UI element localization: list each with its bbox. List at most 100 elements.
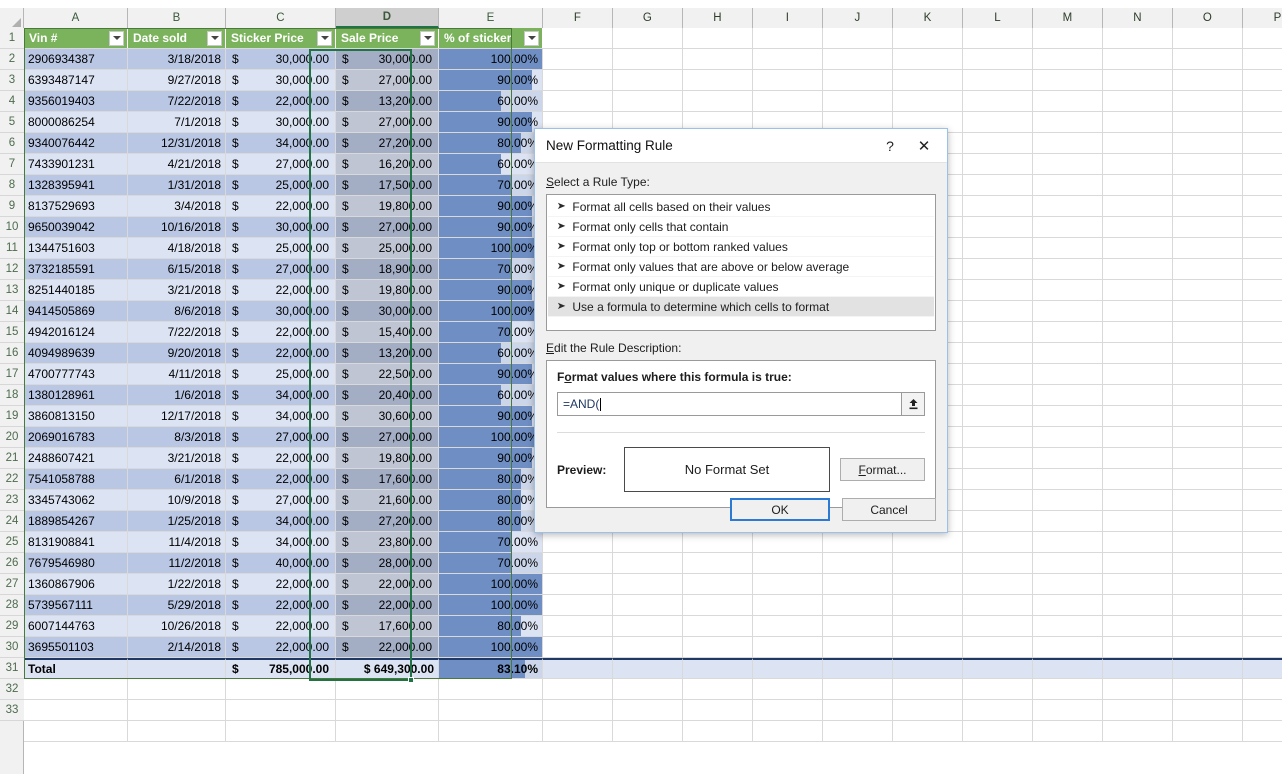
empty-cell-I34[interactable] xyxy=(753,721,823,741)
empty-cell-N34[interactable] xyxy=(1103,721,1173,741)
cell-sticker-price[interactable]: $22,000.00 xyxy=(226,196,336,216)
cell-date[interactable]: 11/4/2018 xyxy=(128,532,226,552)
column-header-P[interactable]: P xyxy=(1243,8,1282,28)
cell-sticker-price[interactable]: $30,000.00 xyxy=(226,217,336,237)
row8-cell-L[interactable] xyxy=(963,175,1033,195)
row27-cell-H[interactable] xyxy=(683,574,753,594)
row24-cell-N[interactable] xyxy=(1103,511,1173,531)
row1-cell-K[interactable] xyxy=(893,28,963,48)
cell-sticker-price[interactable]: $22,000.00 xyxy=(226,637,336,657)
cell-date[interactable]: 1/22/2018 xyxy=(128,574,226,594)
row25-cell-P[interactable] xyxy=(1243,532,1282,552)
row7-cell-P[interactable] xyxy=(1243,154,1282,174)
row2-cell-L[interactable] xyxy=(963,49,1033,69)
row-header-28[interactable]: 28 xyxy=(0,595,24,616)
cell-total-blank[interactable] xyxy=(128,658,226,678)
cell-sticker-price[interactable]: $40,000.00 xyxy=(226,553,336,573)
cell-sticker-price[interactable]: $22,000.00 xyxy=(226,91,336,111)
row16-cell-P[interactable] xyxy=(1243,343,1282,363)
rule-type-item-0[interactable]: ➤ Format all cells based on their values xyxy=(548,197,934,217)
row30-cell-K[interactable] xyxy=(893,637,963,657)
empty-cell-I32[interactable] xyxy=(753,679,823,699)
row29-cell-I[interactable] xyxy=(753,616,823,636)
row26-cell-O[interactable] xyxy=(1173,553,1243,573)
row2-cell-K[interactable] xyxy=(893,49,963,69)
row5-cell-M[interactable] xyxy=(1033,112,1103,132)
empty-cell-P34[interactable] xyxy=(1243,721,1282,741)
row1-cell-G[interactable] xyxy=(613,28,683,48)
cell-date[interactable]: 7/1/2018 xyxy=(128,112,226,132)
cell-vin[interactable]: 7679546980 xyxy=(24,553,128,573)
filter-dropdown-C[interactable] xyxy=(317,30,332,46)
cell-total-sticker[interactable]: $785,000.00 xyxy=(226,658,336,678)
row18-cell-N[interactable] xyxy=(1103,385,1173,405)
row-header-20[interactable]: 20 xyxy=(0,427,24,448)
row27-cell-K[interactable] xyxy=(893,574,963,594)
row2-cell-N[interactable] xyxy=(1103,49,1173,69)
empty-cell-G33[interactable] xyxy=(613,700,683,720)
row-header-11[interactable]: 11 xyxy=(0,238,24,259)
row26-cell-P[interactable] xyxy=(1243,553,1282,573)
row25-cell-H[interactable] xyxy=(683,532,753,552)
cell-total-label[interactable]: Total xyxy=(24,658,128,678)
row30-cell-J[interactable] xyxy=(823,637,893,657)
cell-sale-price[interactable]: $18,900.00 xyxy=(336,259,439,279)
row27-cell-I[interactable] xyxy=(753,574,823,594)
row10-cell-P[interactable] xyxy=(1243,217,1282,237)
cell-sticker-price[interactable]: $22,000.00 xyxy=(226,616,336,636)
row21-cell-L[interactable] xyxy=(963,448,1033,468)
cell-percent-of-sticker[interactable]: 100.00% xyxy=(439,427,543,447)
cell-sale-price[interactable]: $13,200.00 xyxy=(336,91,439,111)
cell-vin[interactable]: 7433901231 xyxy=(24,154,128,174)
cell-sticker-price[interactable]: $27,000.00 xyxy=(226,490,336,510)
row30-cell-F[interactable] xyxy=(543,637,613,657)
close-icon[interactable]: ✕ xyxy=(907,131,941,161)
cell-vin[interactable]: 4942016124 xyxy=(24,322,128,342)
row30-cell-N[interactable] xyxy=(1103,637,1173,657)
row3-cell-K[interactable] xyxy=(893,70,963,90)
cell-percent-of-sticker[interactable]: 70.00% xyxy=(439,322,543,342)
cell-sale-price[interactable]: $16,200.00 xyxy=(336,154,439,174)
row2-cell-J[interactable] xyxy=(823,49,893,69)
cell-sale-price[interactable]: $27,200.00 xyxy=(336,511,439,531)
cell-percent-of-sticker[interactable]: 60.00% xyxy=(439,91,543,111)
column-header-D[interactable]: D xyxy=(336,8,439,28)
cell-sale-price[interactable]: $28,000.00 xyxy=(336,553,439,573)
cell-sticker-price[interactable]: $22,000.00 xyxy=(226,595,336,615)
row26-cell-J[interactable] xyxy=(823,553,893,573)
cell-sticker-price[interactable]: $30,000.00 xyxy=(226,49,336,69)
column-header-O[interactable]: O xyxy=(1173,8,1243,28)
row29-cell-F[interactable] xyxy=(543,616,613,636)
row12-cell-L[interactable] xyxy=(963,259,1033,279)
cell-percent-of-sticker[interactable]: 100.00% xyxy=(439,301,543,321)
row4-cell-H[interactable] xyxy=(683,91,753,111)
empty-cell-C33[interactable] xyxy=(226,700,336,720)
column-header-M[interactable]: M xyxy=(1033,8,1103,28)
empty-cell-E34[interactable] xyxy=(439,721,543,741)
column-header-L[interactable]: L xyxy=(963,8,1033,28)
cell-date[interactable]: 5/29/2018 xyxy=(128,595,226,615)
cell-percent-of-sticker[interactable]: 70.00% xyxy=(439,175,543,195)
cell-percent-of-sticker[interactable]: 80.00% xyxy=(439,490,543,510)
row15-cell-L[interactable] xyxy=(963,322,1033,342)
cell-sticker-price[interactable]: $27,000.00 xyxy=(226,259,336,279)
cell-vin[interactable]: 2488607421 xyxy=(24,448,128,468)
row9-cell-P[interactable] xyxy=(1243,196,1282,216)
cell-percent-of-sticker[interactable]: 90.00% xyxy=(439,448,543,468)
cell-sticker-price[interactable]: $25,000.00 xyxy=(226,238,336,258)
row31-cell-N[interactable] xyxy=(1103,658,1173,678)
cell-sale-price[interactable]: $21,600.00 xyxy=(336,490,439,510)
cell-vin[interactable]: 7541058788 xyxy=(24,469,128,489)
rule-type-item-1[interactable]: ➤ Format only cells that contain xyxy=(548,217,934,237)
row2-cell-M[interactable] xyxy=(1033,49,1103,69)
empty-cell-G32[interactable] xyxy=(613,679,683,699)
cell-sale-price[interactable]: $19,800.00 xyxy=(336,448,439,468)
table-header-A[interactable]: Vin # xyxy=(24,28,128,48)
row7-cell-N[interactable] xyxy=(1103,154,1173,174)
row18-cell-L[interactable] xyxy=(963,385,1033,405)
cell-vin[interactable]: 2069016783 xyxy=(24,427,128,447)
row27-cell-O[interactable] xyxy=(1173,574,1243,594)
row23-cell-M[interactable] xyxy=(1033,490,1103,510)
cell-date[interactable]: 1/31/2018 xyxy=(128,175,226,195)
row31-cell-L[interactable] xyxy=(963,658,1033,678)
